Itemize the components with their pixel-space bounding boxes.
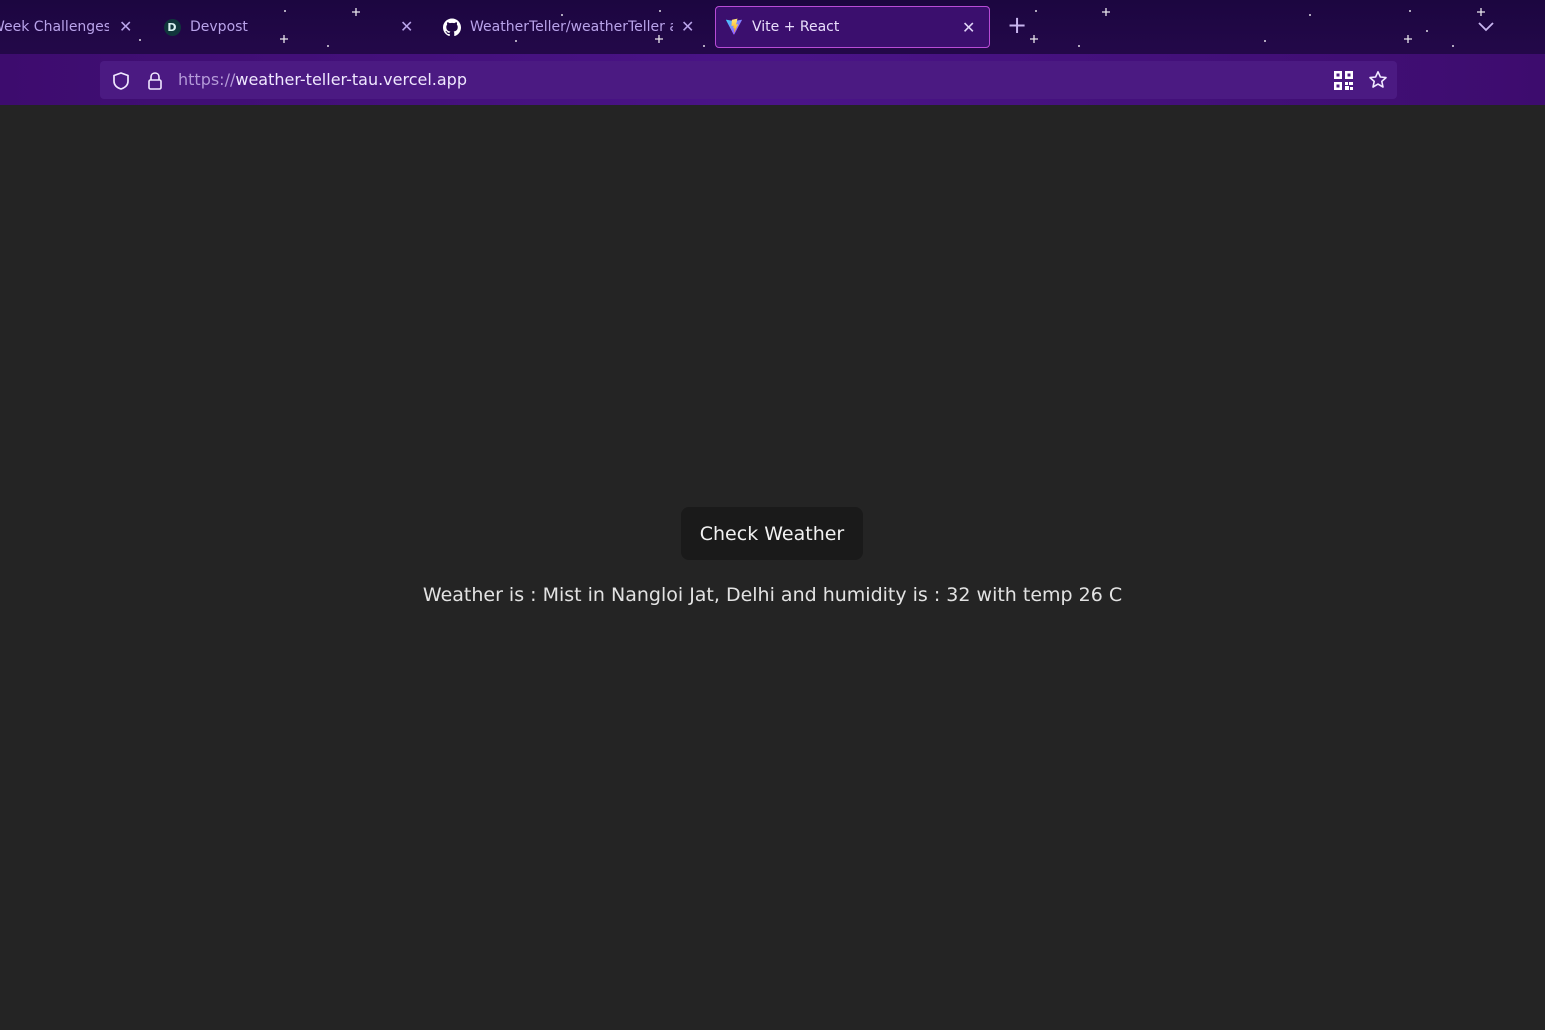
- tab-label: WeatherTeller/weatherTeller at: [470, 19, 673, 35]
- chevron-down-icon[interactable]: [1475, 16, 1497, 38]
- tab-strip: Week Challenges ✕ D Devpost ✕ WeatherTel…: [0, 0, 1545, 54]
- tab-label: Devpost: [190, 19, 248, 35]
- shield-icon[interactable]: [111, 71, 131, 91]
- github-icon: [443, 18, 461, 36]
- check-weather-button[interactable]: Check Weather: [681, 507, 863, 560]
- lock-icon[interactable]: [147, 71, 163, 91]
- tab-close-icon[interactable]: ✕: [400, 17, 413, 36]
- tab-label: Week Challenges: [0, 19, 109, 35]
- address-bar[interactable]: https://weather-teller-tau.vercel.app: [100, 61, 1397, 99]
- url-host: weather-teller-tau.vercel.app: [235, 70, 467, 89]
- tab-close-icon[interactable]: ✕: [119, 17, 132, 36]
- page-viewport: Check Weather Weather is : Mist in Nangl…: [0, 106, 1545, 1030]
- url-scheme: https://: [178, 70, 236, 89]
- weather-result-text: Weather is : Mist in Nangloi Jat, Delhi …: [422, 584, 1123, 606]
- tab-github-weatherteller[interactable]: WeatherTeller/weatherTeller at ✕: [434, 6, 714, 48]
- nav-bar: https://weather-teller-tau.vercel.app: [0, 54, 1545, 105]
- new-tab-icon[interactable]: +: [1006, 13, 1028, 37]
- vite-icon: [725, 18, 743, 36]
- devpost-icon: D: [163, 18, 181, 36]
- qr-code-icon[interactable]: [1334, 71, 1353, 90]
- tab-devpost[interactable]: D Devpost ✕: [154, 6, 434, 48]
- tab-close-icon[interactable]: ✕: [681, 17, 694, 36]
- tab-close-icon[interactable]: ✕: [962, 18, 975, 37]
- tab-week-challenges[interactable]: Week Challenges ✕: [0, 6, 148, 48]
- tab-vite-react[interactable]: Vite + React ✕: [715, 6, 990, 48]
- tab-label: Vite + React: [752, 19, 840, 35]
- bookmark-star-icon[interactable]: [1368, 70, 1388, 90]
- browser-chrome: Week Challenges ✕ D Devpost ✕ WeatherTel…: [0, 0, 1545, 105]
- url-text[interactable]: https://weather-teller-tau.vercel.app: [178, 70, 467, 89]
